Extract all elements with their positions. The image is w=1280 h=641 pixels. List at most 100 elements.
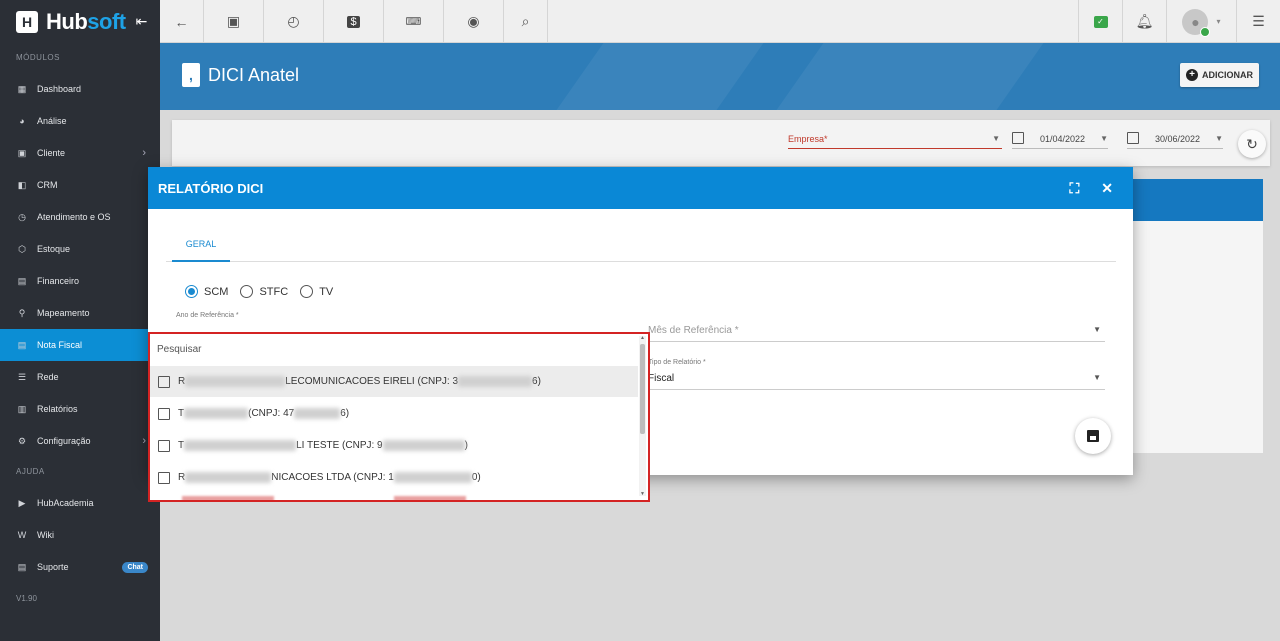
chevron-down-icon: ▾	[1216, 17, 1221, 26]
add-button-label: ADICIONAR	[1202, 70, 1253, 80]
sidebar-item-label: Mapeamento	[37, 308, 90, 318]
section-help: AJUDA	[16, 467, 45, 476]
list-item[interactable]: T (CNPJ: 47 6)	[150, 398, 638, 429]
checkbox[interactable]	[158, 471, 170, 484]
tipo-value: Fiscal	[648, 373, 675, 384]
calendar-icon	[1127, 132, 1139, 144]
redacted-text	[393, 472, 472, 483]
scroll-thumb[interactable]	[640, 344, 645, 434]
sidebar-item-rede[interactable]: ☰ Rede	[0, 361, 160, 393]
sidebar-item-label: Dashboard	[37, 84, 82, 94]
brand-logo[interactable]: H Hubsoft ⇤	[0, 0, 160, 43]
option-suffix: )	[464, 440, 468, 451]
menu-collapse-icon[interactable]: ⇤	[136, 13, 148, 30]
fullscreen-icon[interactable]: ⛶	[1069, 180, 1079, 197]
redacted-text	[184, 408, 249, 419]
sidebar-item-mapeamento[interactable]: ⚲ Mapeamento	[0, 297, 160, 329]
eye-icon: ◉	[467, 13, 480, 29]
search-input[interactable]: Pesquisar	[157, 344, 201, 355]
chevron-right-icon: ›	[142, 147, 146, 159]
option-suffix: 6)	[532, 376, 541, 387]
back-button[interactable]: ←	[160, 0, 204, 43]
date-to-field[interactable]: 30/06/2022 ▼	[1127, 132, 1223, 149]
list-item[interactable]: R LECOMUNICACOES EIRELI (CNPJ: 3 6)	[150, 366, 638, 397]
date-from-field[interactable]: 01/04/2022 ▼	[1012, 132, 1108, 149]
refresh-button[interactable]: ↻	[1238, 130, 1266, 158]
gear-icon: ⚙	[17, 435, 27, 446]
sidebar-item-label: Wiki	[37, 530, 54, 540]
sidebar-item-wiki[interactable]: W Wiki	[0, 519, 160, 551]
schedule-button[interactable]: ◴	[264, 0, 324, 43]
list-item[interactable]: T LI TESTE (CNPJ: 9)	[150, 430, 638, 461]
sidebar-item-label: Suporte	[37, 562, 69, 572]
monitor-button[interactable]: ◉	[444, 0, 504, 43]
contacts-button[interactable]: ▣	[204, 0, 264, 43]
dollar-icon: $	[347, 15, 360, 28]
sidebar-item-suporte[interactable]: ▤ Suporte Chat	[0, 551, 160, 583]
document-icon: ,	[182, 63, 200, 87]
money-icon: ▤	[17, 275, 27, 286]
save-button[interactable]	[1075, 418, 1111, 454]
checkbox[interactable]	[158, 407, 170, 420]
sidebar-item-an-lise[interactable]: ◕ Análise	[0, 105, 160, 137]
option-text: LECOMUNICACOES EIRELI (CNPJ: 3	[285, 376, 459, 387]
chat-button[interactable]: ✓	[1078, 0, 1122, 43]
radio-tv[interactable]: TV	[300, 285, 333, 298]
bell-icon: 🔔︎	[1135, 13, 1154, 29]
sidebar-item-label: CRM	[37, 180, 58, 190]
sidebar-item-nota-fiscal[interactable]: ▤ Nota Fiscal	[0, 329, 160, 361]
chat-badge[interactable]: Chat	[122, 561, 148, 573]
tab-geral[interactable]: GERAL	[172, 235, 230, 262]
list-item[interactable]: R NICACOES LTDA (CNPJ: 1 0)	[150, 462, 638, 493]
sidebar-item-dashboard[interactable]: ▦ Dashboard	[0, 73, 160, 105]
mes-select[interactable]: Mês de Referência * ▼	[648, 325, 1105, 342]
sidebar-item-label: HubAcademia	[37, 498, 94, 508]
calendar-icon	[1012, 132, 1024, 144]
sidebar-item-label: Cliente	[37, 148, 66, 158]
sidebar-item-label: Relatórios	[37, 404, 78, 414]
notifications-button[interactable]: 🔔︎	[1122, 0, 1166, 43]
scrollbar[interactable]: ▲ ▼	[639, 335, 646, 497]
sidebar-item-estoque[interactable]: ⬡ Estoque	[0, 233, 160, 265]
section-modules: MÓDULOS	[16, 53, 60, 62]
checkbox[interactable]	[158, 375, 170, 388]
sidebar-item-cliente[interactable]: ▣ Cliente ›	[0, 137, 160, 169]
terminal-button[interactable]: ⌨	[384, 0, 444, 43]
search-button[interactable]: ⌕	[504, 0, 548, 43]
scroll-down-icon: ▼	[640, 491, 645, 497]
sidebar-item-label: Financeiro	[37, 276, 80, 286]
sidebar-item-crm[interactable]: ◧ CRM	[0, 169, 160, 201]
save-icon	[1087, 430, 1099, 442]
radio-label: STFC	[259, 285, 289, 298]
sidebar-item-financeiro[interactable]: ▤ Financeiro	[0, 265, 160, 297]
refresh-icon: ↻	[1246, 135, 1258, 152]
sidebar-item-atendimento-e-os[interactable]: ◷ Atendimento e OS	[0, 201, 160, 233]
search-icon: ⌕	[521, 13, 530, 29]
tipo-select[interactable]: Fiscal ▼	[648, 373, 1105, 390]
close-icon[interactable]: ✕	[1101, 180, 1113, 197]
radio-stfc[interactable]: STFC	[240, 285, 288, 298]
support-icon: ▤	[17, 561, 27, 572]
radio-scm[interactable]: SCM	[185, 285, 228, 298]
finance-button[interactable]: $	[324, 0, 384, 43]
radio-label: SCM	[204, 285, 229, 298]
ano-label: Ano de Referência *	[176, 312, 239, 319]
avatar: ●	[1182, 8, 1211, 37]
add-button[interactable]: + ADICIONAR	[1180, 63, 1259, 87]
sidebar-item-hubacademia[interactable]: ▶ HubAcademia	[0, 487, 160, 519]
page-header: , DICI Anatel + ADICIONAR	[160, 43, 1280, 110]
sidebar: H Hubsoft ⇤ MÓDULOS ▦ Dashboard ◕ Análise ▣ C…	[0, 0, 160, 641]
sidebar-item-relat-rios[interactable]: ▥ Relatórios	[0, 393, 160, 425]
chevron-right-icon: ›	[142, 435, 146, 447]
scroll-up-icon: ▲	[640, 335, 645, 341]
clock-icon: ◷	[18, 211, 26, 222]
empresa-select[interactable]: Empresa* ▼	[788, 134, 1002, 149]
sidebar-item-label: Nota Fiscal	[37, 340, 83, 350]
sidebar-item-configura-o[interactable]: ⚙ Configuração ›	[0, 425, 160, 457]
option-text: LI TESTE (CNPJ: 9	[296, 440, 383, 451]
user-menu[interactable]: ● ▾	[1166, 0, 1236, 43]
menu-button[interactable]: ☰	[1236, 0, 1280, 43]
checkbox[interactable]	[158, 439, 170, 452]
redacted-text	[458, 376, 533, 387]
logo-icon: H	[16, 10, 38, 33]
